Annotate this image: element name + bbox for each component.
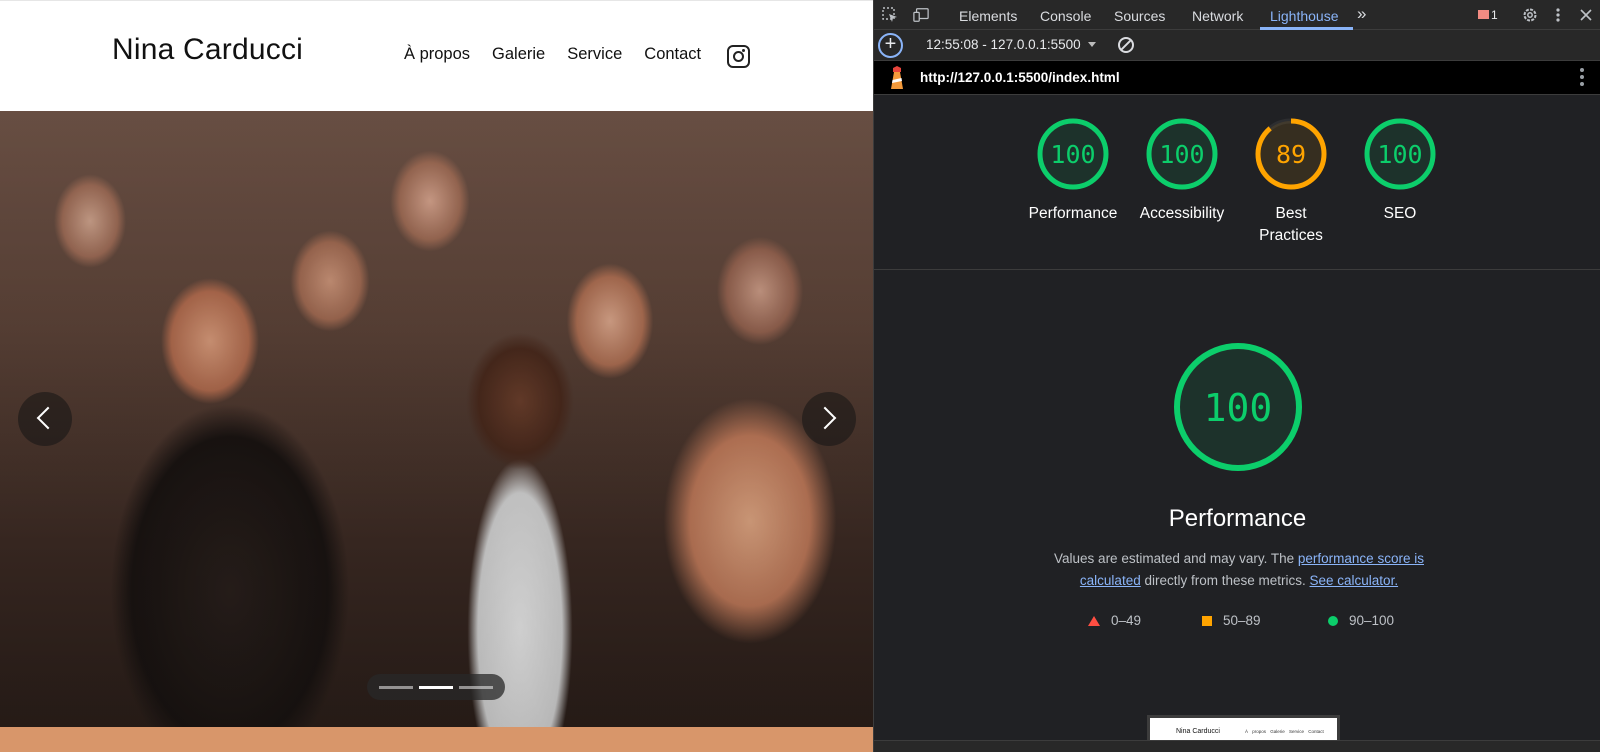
carousel-indicators (367, 674, 505, 700)
performance-gauge-ring: 100 (1173, 343, 1302, 471)
legend-pass: 90–100 (1328, 613, 1394, 628)
report-url[interactable]: http://127.0.0.1:5500/index.html (920, 70, 1120, 85)
gauge-score-best-practices: 89 (1276, 140, 1306, 169)
gauge-accessibility[interactable]: 100 Accessibility (1127, 117, 1237, 225)
triangle-icon (1088, 615, 1100, 626)
thumbnail-nav: À propos Galerie Service Contact (1245, 729, 1324, 734)
gauge-score-performance: 100 (1050, 140, 1095, 169)
legend-average: 50–89 (1202, 613, 1261, 628)
legend-average-label: 50–89 (1223, 613, 1261, 628)
carousel-indicator[interactable] (419, 685, 453, 689)
more-options-icon[interactable] (1550, 7, 1566, 23)
chevron-left-icon (36, 406, 60, 430)
gear-icon[interactable] (1522, 7, 1538, 23)
gauge-ring-accessibility: 100 (1146, 118, 1218, 190)
tab-console[interactable]: Console (1040, 8, 1091, 24)
inspect-element-icon[interactable] (882, 7, 898, 23)
gauge-best-practices[interactable]: 89 Best Practices (1236, 117, 1346, 247)
issue-flag-icon (1478, 10, 1489, 19)
site-brand[interactable]: Nina Carducci (112, 33, 303, 67)
tab-sources[interactable]: Sources (1114, 8, 1165, 24)
clear-reports-icon[interactable] (1118, 37, 1134, 53)
site-nav: À propos Galerie Service Contact (404, 45, 723, 64)
legend-fail-label: 0–49 (1111, 613, 1142, 628)
report-selector[interactable]: 12:55:08 - 127.0.0.1:5500 (926, 37, 1096, 52)
lighthouse-logo-icon (891, 66, 903, 89)
nav-link-galerie[interactable]: Galerie (492, 45, 545, 64)
instagram-icon[interactable] (727, 45, 750, 68)
gauge-label-seo: SEO (1383, 205, 1417, 222)
section-accent-band (0, 727, 873, 752)
close-icon[interactable] (1578, 7, 1594, 23)
gauge-ring-best-practices: 89 (1255, 118, 1327, 190)
nav-link-contact[interactable]: Contact (644, 45, 701, 64)
issues-counter[interactable]: 1 (1478, 8, 1498, 22)
hero-carousel (0, 111, 873, 727)
legend-fail: 0–49 (1088, 613, 1141, 628)
lighthouse-toolbar: + 12:55:08 - 127.0.0.1:5500 (874, 30, 1600, 61)
carousel-prev-button[interactable] (18, 392, 72, 446)
carousel-indicator[interactable] (379, 685, 413, 689)
score-gauges: 100 Performance 100 Accessibility 89 Best Pra… (874, 95, 1600, 270)
legend-pass-label: 90–100 (1349, 613, 1395, 628)
note-text-middle: directly from these metrics. (1140, 573, 1310, 588)
carousel-indicator[interactable] (459, 685, 493, 689)
see-calculator-link[interactable]: See calculator. (1310, 573, 1399, 588)
gauge-label-best-practices: Best Practices (1259, 205, 1323, 244)
tab-network[interactable]: Network (1192, 8, 1243, 24)
issues-count: 1 (1491, 8, 1498, 22)
gauge-ring-performance: 100 (1037, 118, 1109, 190)
device-toolbar-icon[interactable] (913, 7, 929, 23)
gauge-ring-seo: 100 (1364, 118, 1436, 190)
carousel-next-button[interactable] (802, 392, 856, 446)
performance-heading: Performance (1168, 505, 1307, 532)
report-menu-icon[interactable] (1580, 68, 1584, 88)
caret-down-icon (1087, 42, 1096, 47)
site-header: Nina Carducci À propos Galerie Service C… (0, 0, 873, 111)
nav-link-service[interactable]: Service (567, 45, 622, 64)
chevron-right-icon (813, 406, 837, 430)
performance-score-large: 100 (1203, 386, 1272, 430)
performance-gauge-large: 100 (874, 340, 1600, 474)
nav-link-a-propos[interactable]: À propos (404, 45, 470, 64)
website-viewport: Nina Carducci À propos Galerie Service C… (0, 0, 873, 752)
tab-lighthouse[interactable]: Lighthouse (1270, 8, 1339, 24)
gauge-performance[interactable]: 100 Performance (1018, 117, 1128, 225)
gauge-seo[interactable]: 100 SEO (1345, 117, 1455, 225)
thumbnail-brand: Nina Carducci (1176, 728, 1220, 735)
gauge-label-performance: Performance (1028, 205, 1118, 222)
devtools-panel: Elements Console Sources Network Lightho… (873, 0, 1600, 752)
new-report-button[interactable]: + (878, 33, 903, 58)
report-selector-label: 12:55:08 - 127.0.0.1:5500 (926, 37, 1081, 52)
performance-note: Values are estimated and may vary. The p… (1024, 548, 1454, 592)
gauge-label-accessibility: Accessibility (1139, 205, 1225, 222)
tab-elements[interactable]: Elements (959, 8, 1017, 24)
gauge-score-accessibility: 100 (1159, 140, 1204, 169)
circle-icon (1328, 615, 1338, 626)
gauge-score-seo: 100 (1377, 140, 1422, 169)
note-text-prefix: Values are estimated and may vary. The (1054, 551, 1298, 566)
square-icon (1202, 615, 1212, 626)
report-url-bar: http://127.0.0.1:5500/index.html (874, 61, 1600, 95)
devtools-tabbar: Elements Console Sources Network Lightho… (874, 0, 1600, 30)
devtools-drawer (874, 740, 1600, 752)
more-tabs-icon[interactable]: » (1357, 4, 1366, 24)
